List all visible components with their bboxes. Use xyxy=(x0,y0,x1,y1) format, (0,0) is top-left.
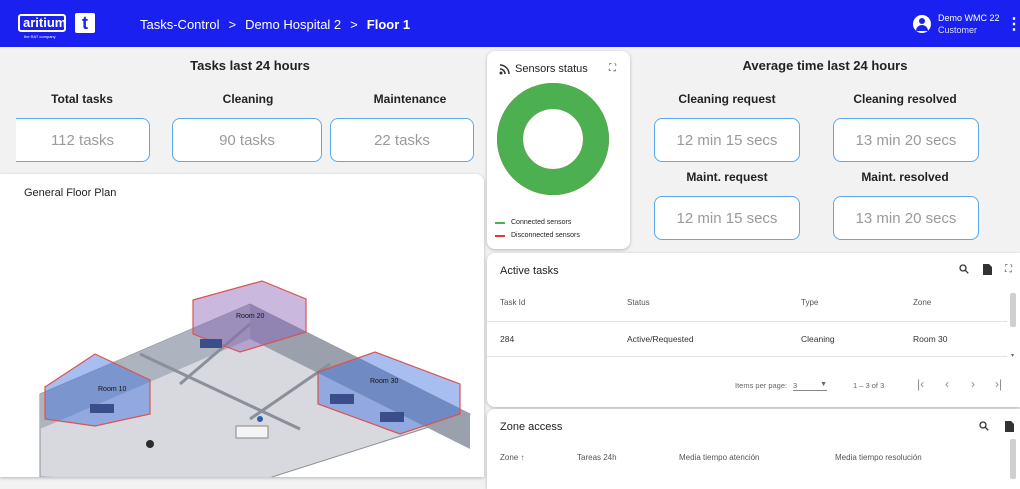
maintenance-label: Maintenance xyxy=(373,92,447,106)
items-per-page-label: Items per page: xyxy=(735,381,788,390)
chevron-down-icon: ▼ xyxy=(820,381,827,388)
column-header-type[interactable]: Type xyxy=(801,298,818,307)
maint-resolved-label: Maint. resolved xyxy=(861,170,949,184)
row-divider xyxy=(487,356,1007,357)
room-20-label: Room 20 xyxy=(236,313,265,320)
column-header-zone[interactable]: Zone xyxy=(913,298,931,307)
column-header-media-resolucion[interactable]: Media tiempo resolución xyxy=(835,453,922,462)
avg-time-title: Average time last 24 hours xyxy=(742,58,908,73)
user-name[interactable]: Demo WMC 22 xyxy=(938,13,1000,23)
room-30-label: Room 30 xyxy=(370,378,399,385)
export-file-icon[interactable] xyxy=(983,264,992,278)
last-page-icon[interactable]: ›| xyxy=(995,377,1002,391)
top-bar: aritium the RAT company t Tasks-Control … xyxy=(0,0,1020,47)
cell-task-id: 284 xyxy=(500,334,515,344)
search-icon[interactable] xyxy=(959,264,969,277)
cell-type: Cleaning xyxy=(801,334,835,344)
disconnected-label: Disconnected sensors xyxy=(511,232,580,239)
zone-access-title: Zone access xyxy=(500,421,563,433)
maint-request-label: Maint. request xyxy=(686,170,768,184)
column-header-task-id[interactable]: Task Id xyxy=(500,298,525,307)
export-file-icon[interactable] xyxy=(1005,421,1014,435)
column-header-zone-label: Zone xyxy=(500,453,519,462)
floor-plan-illustration[interactable]: Room 20 Room 10 Room 30 xyxy=(0,244,484,477)
breadcrumb-separator: > xyxy=(350,17,358,32)
first-page-icon[interactable]: |‹ xyxy=(917,377,924,391)
breadcrumb-separator: > xyxy=(228,17,237,32)
floor-plan-card: General Floor Plan Room 20 Room 10 Room … xyxy=(0,174,484,477)
tasks-24h-title: Tasks last 24 hours xyxy=(190,58,310,73)
maint-resolved-value: 13 min 20 secs xyxy=(833,196,979,240)
header-divider xyxy=(487,321,1007,322)
scroll-down-icon[interactable]: ▾ xyxy=(1011,352,1014,359)
search-icon[interactable] xyxy=(979,421,989,434)
column-header-tareas-24h[interactable]: Tareas 24h xyxy=(577,453,617,462)
items-per-page-value: 3 xyxy=(793,381,798,390)
cleaning-resolved-value: 13 min 20 secs xyxy=(833,118,979,162)
connected-swatch xyxy=(495,221,505,224)
cell-status: Active/Requested xyxy=(627,334,694,344)
cell-zone: Room 30 xyxy=(913,334,948,344)
user-role: Customer xyxy=(938,25,978,35)
pagination-range: 1 – 3 of 3 xyxy=(853,381,885,390)
column-header-status[interactable]: Status xyxy=(627,298,650,307)
legend-disconnected: Disconnected sensors xyxy=(495,232,580,239)
maintenance-tasks-value: 22 tasks xyxy=(330,118,474,162)
rss-icon xyxy=(499,64,510,78)
expand-icon[interactable]: ⛶ xyxy=(609,63,616,74)
donut-connected-slice xyxy=(497,83,609,195)
cleaning-resolved-label: Cleaning resolved xyxy=(853,92,957,106)
total-tasks-label: Total tasks xyxy=(51,92,113,106)
maint-request-value: 12 min 15 secs xyxy=(654,196,800,240)
table-scrollbar[interactable] xyxy=(1010,293,1016,327)
expand-icon[interactable]: ⛶ xyxy=(1005,264,1012,275)
disconnected-swatch xyxy=(495,234,505,237)
active-tasks-title: Active tasks xyxy=(500,265,559,277)
previous-page-icon[interactable]: ‹ xyxy=(945,377,949,391)
table-scrollbar[interactable] xyxy=(1010,439,1016,479)
breadcrumb-hospital[interactable]: Demo Hospital 2 xyxy=(245,17,341,32)
sort-arrow-up-icon: ↑ xyxy=(520,453,525,462)
active-tasks-card: Active tasks ⛶ Task Id Status Type Zone … xyxy=(487,253,1020,407)
cleaning-request-value: 12 min 15 secs xyxy=(654,118,800,162)
column-header-zone[interactable]: Zone ↑ xyxy=(500,453,524,462)
total-tasks-value: 112 tasks xyxy=(16,118,150,162)
tasks-logo[interactable]: t xyxy=(75,13,95,33)
room-10-label: Room 10 xyxy=(98,386,127,393)
sensors-status-card: Sensors status ⛶ Connected sensors Disco… xyxy=(487,51,630,249)
zone-access-card: Zone access Zone ↑ Tareas 24h Media tiem… xyxy=(487,409,1020,489)
floor-plan-title: General Floor Plan xyxy=(24,187,117,199)
sensors-status-title: Sensors status xyxy=(515,63,588,75)
aritium-logo[interactable]: aritium the RAT company xyxy=(18,14,67,39)
logo-text: aritium xyxy=(23,15,67,30)
kebab-icon[interactable]: ⋮ xyxy=(1006,14,1020,34)
next-page-icon[interactable]: › xyxy=(971,377,975,391)
breadcrumb-floor: Floor 1 xyxy=(366,17,411,32)
cleaning-label: Cleaning xyxy=(222,92,274,106)
items-per-page-select[interactable]: 3 ▼ xyxy=(793,381,827,391)
breadcrumb-tasks-control[interactable]: Tasks-Control xyxy=(140,17,219,32)
column-header-media-atencion[interactable]: Media tiempo atención xyxy=(679,453,760,462)
sensors-donut-chart xyxy=(497,83,609,195)
user-avatar-icon[interactable] xyxy=(913,15,931,33)
legend-connected: Connected sensors xyxy=(495,219,571,226)
logo-subtext: the RAT company xyxy=(24,34,56,39)
connected-label: Connected sensors xyxy=(511,219,572,226)
cleaning-tasks-value: 90 tasks xyxy=(172,118,322,162)
cleaning-request-label: Cleaning request xyxy=(678,92,776,106)
breadcrumb: Tasks-Control > Demo Hospital 2 > Floor … xyxy=(140,17,410,32)
